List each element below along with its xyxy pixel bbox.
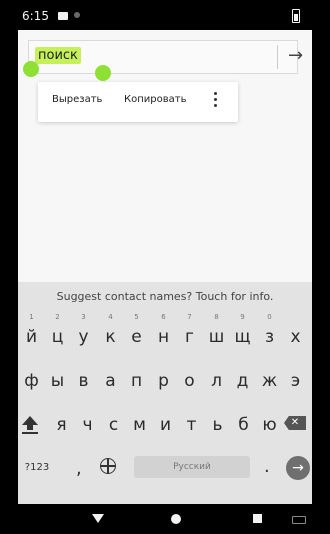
soft-keyboard: Suggest contact names? Touch for info. 1… bbox=[18, 282, 312, 512]
keyboard-row-3: я ч с м и т ь б ю ✕ bbox=[18, 408, 312, 440]
text-selection-menu: Вырезать Копировать bbox=[38, 82, 238, 122]
search-divider bbox=[277, 45, 278, 69]
selection-handle-left[interactable] bbox=[23, 61, 39, 77]
search-input[interactable]: поиск bbox=[35, 47, 81, 64]
key[interactable]: п bbox=[123, 364, 150, 396]
arrow-right-icon[interactable]: → bbox=[288, 45, 303, 66]
suggestion-strip[interactable]: Suggest contact names? Touch for info. bbox=[18, 290, 312, 303]
key[interactable]: я bbox=[48, 408, 75, 440]
key[interactable]: 3у bbox=[70, 313, 97, 352]
key[interactable]: 4к bbox=[97, 313, 124, 352]
search-bar[interactable]: поиск → bbox=[23, 40, 303, 81]
battery-icon bbox=[292, 9, 300, 23]
key[interactable]: 7г bbox=[176, 313, 203, 352]
home-icon[interactable] bbox=[171, 514, 181, 524]
key[interactable]: м bbox=[126, 408, 153, 440]
key[interactable]: 5е bbox=[123, 313, 150, 352]
key[interactable]: х bbox=[282, 320, 309, 352]
comma-key[interactable]: , bbox=[76, 458, 82, 479]
more-options-icon[interactable] bbox=[214, 92, 218, 110]
symbols-key[interactable]: ?123 bbox=[18, 462, 56, 473]
key[interactable]: 8ш bbox=[203, 313, 230, 352]
key[interactable]: 0з bbox=[256, 313, 283, 352]
key[interactable]: ю bbox=[256, 408, 283, 440]
key[interactable]: ч bbox=[74, 408, 101, 440]
cut-button[interactable]: Вырезать bbox=[52, 94, 102, 105]
keyboard-row-2: ф ы в а п р о л д ж э bbox=[18, 364, 312, 396]
key[interactable]: ф bbox=[18, 364, 45, 396]
selection-handle-right[interactable] bbox=[95, 65, 111, 81]
key[interactable]: 6н bbox=[150, 313, 177, 352]
shift-icon[interactable] bbox=[22, 416, 38, 434]
key[interactable]: с bbox=[100, 408, 127, 440]
navigation-bar bbox=[16, 504, 314, 526]
key[interactable]: л bbox=[203, 364, 230, 396]
key[interactable]: 2ц bbox=[44, 313, 71, 352]
key[interactable]: ь bbox=[204, 408, 231, 440]
key[interactable]: т bbox=[178, 408, 205, 440]
key[interactable]: и bbox=[152, 408, 179, 440]
key[interactable]: ы bbox=[44, 364, 71, 396]
key[interactable]: 9щ bbox=[229, 313, 256, 352]
keyboard-row-4: ?123 , Русский . → bbox=[18, 452, 312, 484]
status-bar: 6:15 bbox=[10, 6, 310, 28]
globe-icon[interactable] bbox=[100, 458, 116, 474]
keyboard-row-1: 1й 2ц 3у 4к 5е 6н 7г 8ш 9щ 0з х bbox=[18, 313, 312, 352]
notification-icon bbox=[58, 12, 68, 20]
key[interactable]: 1й bbox=[18, 313, 45, 352]
status-time: 6:15 bbox=[22, 9, 49, 23]
key[interactable]: э bbox=[282, 364, 309, 396]
status-dot-icon bbox=[74, 12, 80, 18]
enter-arrow-icon[interactable]: → bbox=[286, 456, 310, 480]
key[interactable]: о bbox=[176, 364, 203, 396]
key[interactable]: а bbox=[97, 364, 124, 396]
period-key[interactable]: . bbox=[264, 456, 270, 477]
key[interactable]: д bbox=[229, 364, 256, 396]
backspace-icon[interactable]: ✕ bbox=[284, 416, 306, 430]
keyboard-switch-icon[interactable] bbox=[292, 516, 306, 524]
key[interactable]: р bbox=[150, 364, 177, 396]
key[interactable]: ж bbox=[256, 364, 283, 396]
space-key[interactable]: Русский bbox=[134, 456, 250, 478]
app-screen: поиск → Вырезать Копировать bbox=[18, 30, 312, 282]
key[interactable]: в bbox=[70, 364, 97, 396]
key[interactable]: б bbox=[230, 408, 257, 440]
copy-button[interactable]: Копировать bbox=[124, 94, 186, 105]
recents-icon[interactable] bbox=[253, 514, 262, 523]
back-icon[interactable] bbox=[92, 514, 104, 523]
